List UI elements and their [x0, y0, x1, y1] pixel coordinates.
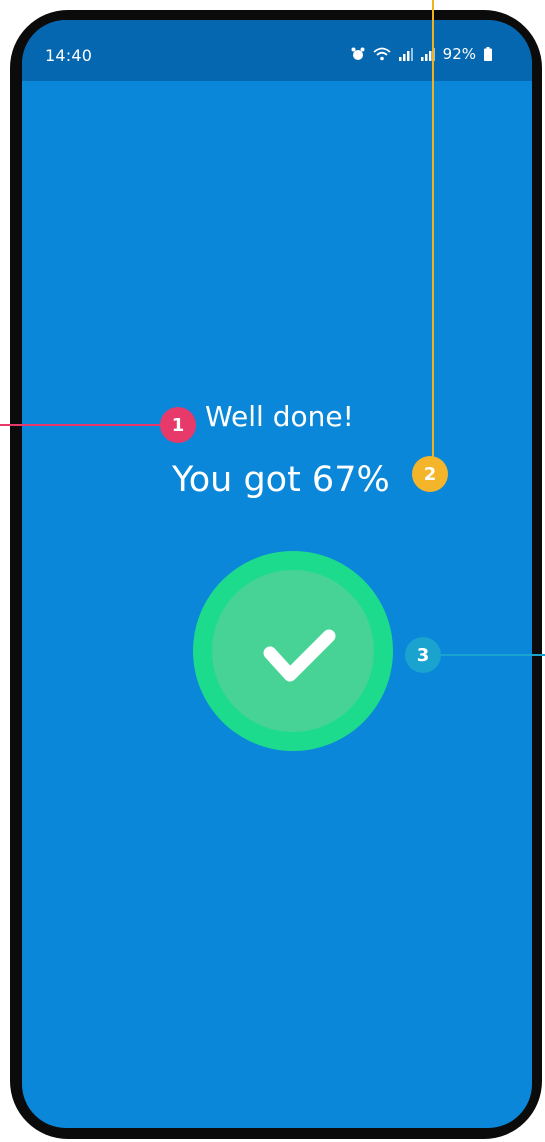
success-badge	[193, 551, 393, 751]
annotation-marker-3: 3	[405, 637, 441, 673]
signal-icon	[398, 47, 413, 61]
checkmark-icon	[263, 629, 336, 682]
status-icons: 92%	[351, 45, 492, 63]
wifi-icon	[373, 47, 391, 61]
callout-line-3	[440, 654, 545, 656]
callout-line-2	[432, 0, 434, 458]
result-title: Well done!	[205, 400, 354, 433]
battery-icon	[484, 47, 492, 61]
status-bar: 14:40 92%	[22, 20, 532, 81]
annotation-marker-1: 1	[160, 407, 196, 443]
score-text: You got 67%	[172, 460, 390, 500]
app-screen: 14:40 92% Well done! You got 67%	[22, 20, 532, 1128]
annotation-marker-2: 2	[412, 456, 448, 492]
page: 14:40 92% Well done! You got 67% 1 2 3	[0, 0, 545, 1142]
status-time: 14:40	[45, 46, 93, 65]
success-badge-inner	[212, 570, 374, 732]
callout-line-1	[0, 424, 162, 426]
battery-percentage: 92%	[442, 45, 476, 63]
alarm-icon	[351, 47, 365, 61]
